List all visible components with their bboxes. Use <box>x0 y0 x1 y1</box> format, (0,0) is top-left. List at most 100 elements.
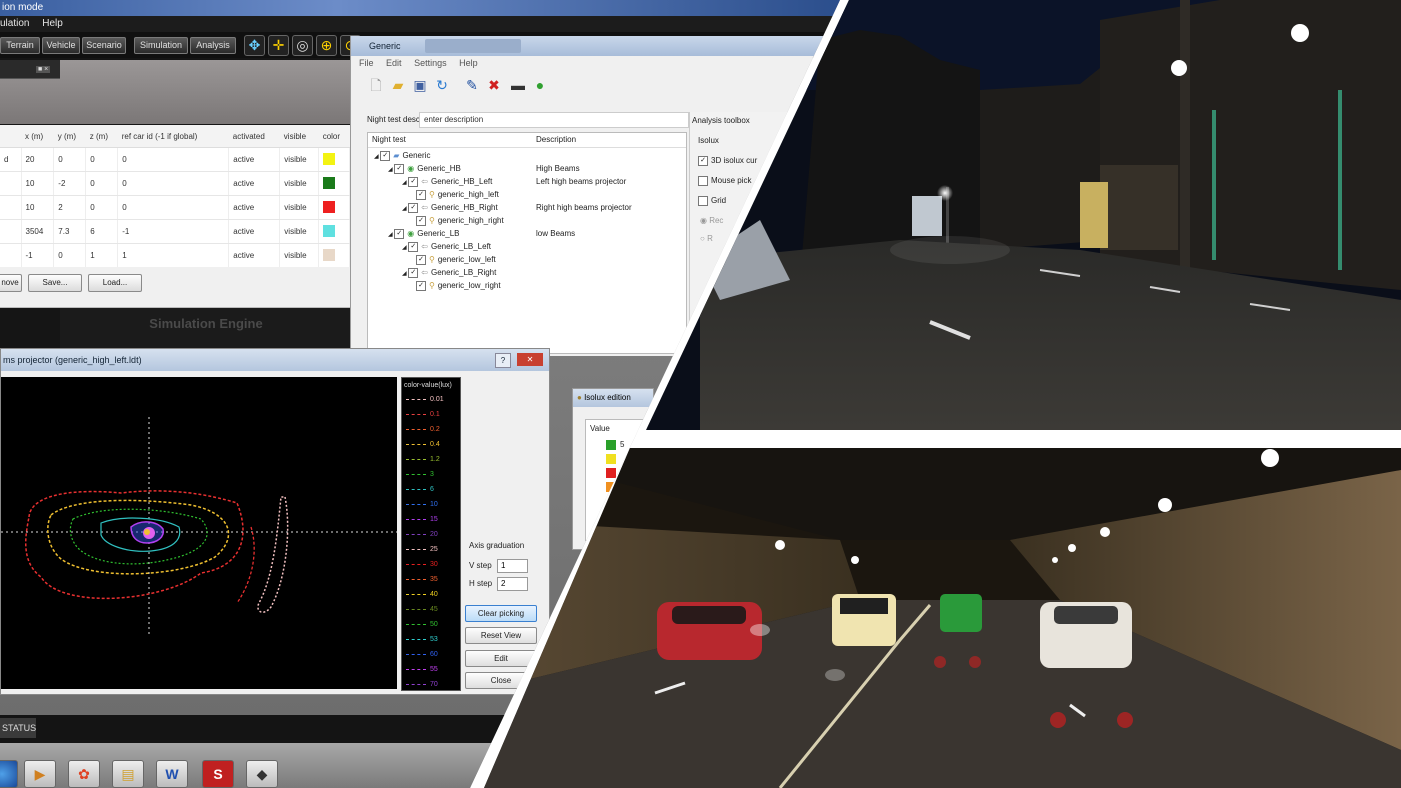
tree-item[interactable]: ◢ ✓ ▰ Generic <box>374 151 430 161</box>
media-icon[interactable]: ✿ <box>68 760 100 788</box>
legend-swatch <box>406 563 426 565</box>
tree-item[interactable]: ◢ ✓ ⇦ Generic_HB_Right <box>402 203 498 213</box>
legend-item: 0.01 <box>406 396 444 403</box>
isolux-3d-checkbox[interactable]: ✓ 3D isolux cur <box>698 156 757 166</box>
menu-simulation[interactable]: ulation <box>0 18 29 29</box>
zoom-icon[interactable]: ◎ <box>292 35 313 56</box>
checkbox-icon[interactable]: ✓ <box>394 164 405 174</box>
menu-help[interactable]: Help <box>459 58 478 68</box>
new-file-icon[interactable]: 🗋 <box>367 76 385 94</box>
scaner-icon[interactable]: S <box>202 760 234 788</box>
tree-item[interactable]: ✓ ⚲ generic_low_left <box>416 255 496 265</box>
open-folder-icon[interactable]: ▰ <box>389 76 407 94</box>
graph-icon[interactable]: ▬ <box>509 76 527 94</box>
reset-view-button[interactable]: Reset View <box>465 627 537 644</box>
checkbox-icon[interactable]: ✓ <box>408 203 419 213</box>
checkbox-icon[interactable]: ✓ <box>416 281 426 291</box>
r-radio[interactable]: ○ R <box>700 234 713 243</box>
table-row[interactable]: 3504 7.3 6 -1 active visible <box>0 219 350 244</box>
folder-icon[interactable]: ▤ <box>112 760 144 788</box>
word-icon[interactable]: W <box>156 760 188 788</box>
explorer-icon[interactable]: ▶ <box>24 760 56 788</box>
checkbox-icon[interactable]: ✓ <box>380 151 391 161</box>
status-tab[interactable]: STATUS <box>0 718 36 738</box>
checkbox-icon[interactable]: ✓ <box>416 216 426 226</box>
panel-tab[interactable] <box>0 60 60 79</box>
table-row[interactable]: -1 0 1 1 active visible <box>0 243 350 268</box>
rect-radio[interactable]: ◉ Rec <box>700 216 723 225</box>
tree-item-label: Generic_HB_Right <box>430 203 498 213</box>
description-input[interactable]: enter description <box>419 112 689 128</box>
close-button[interactable]: Close <box>465 672 537 689</box>
legend-item: 53 <box>406 636 438 643</box>
table-cell-color[interactable] <box>318 171 350 196</box>
value-swatch[interactable] <box>606 440 616 450</box>
tree-item-label: Generic_LB <box>417 229 460 239</box>
grid-checkbox[interactable]: Grid <box>698 196 726 206</box>
menu-help[interactable]: Help <box>42 18 63 29</box>
panel-window-controls[interactable]: ■ × <box>36 66 51 73</box>
window-controls[interactable] <box>425 39 521 53</box>
clear-picking-button[interactable]: Clear picking <box>465 605 537 622</box>
legend-value: 70 <box>430 681 438 688</box>
load-button[interactable]: Load... <box>88 274 142 292</box>
isolux-plot[interactable] <box>1 377 397 689</box>
checkbox-icon[interactable]: ✓ <box>408 177 419 187</box>
crosshair-icon[interactable]: ✛ <box>268 35 289 56</box>
remove-button[interactable]: nove <box>0 274 22 292</box>
help-icon[interactable]: ? <box>495 353 511 368</box>
tab-simulation[interactable]: Simulation <box>134 37 188 54</box>
mouse-pick-checkbox[interactable]: Mouse pick <box>698 176 751 186</box>
tree-item[interactable]: ✓ ⚲ generic_high_right <box>416 216 504 226</box>
tree-item[interactable]: ◢ ✓ ⇦ Generic_LB_Left <box>402 242 491 252</box>
tree-item[interactable]: ✓ ⚲ generic_high_left <box>416 190 499 200</box>
checkbox-icon[interactable]: ✓ <box>408 268 419 278</box>
table-cell-color[interactable] <box>318 219 350 244</box>
move-icon[interactable]: ✥ <box>244 35 265 56</box>
legend-value: 20 <box>430 531 438 538</box>
save-button[interactable]: Save... <box>28 274 82 292</box>
run-icon[interactable]: ● <box>531 76 549 94</box>
windows-orb-icon[interactable] <box>0 760 18 788</box>
tab-analysis[interactable]: Analysis <box>190 37 236 54</box>
table-cell-color[interactable] <box>318 243 350 268</box>
table-cell-visible: visible <box>279 195 320 220</box>
tab-vehicle[interactable]: Vehicle <box>42 37 80 54</box>
v-step-input[interactable]: 1 <box>497 559 528 573</box>
value-swatch[interactable] <box>606 454 616 464</box>
table-cell-stub <box>0 243 22 268</box>
tree-header-night-test: Night test <box>372 135 406 144</box>
menu-edit[interactable]: Edit <box>386 58 402 68</box>
menu-file[interactable]: File <box>359 58 374 68</box>
save-icon[interactable]: ▣ <box>411 76 429 94</box>
table-row[interactable]: 10 2 0 0 active visible <box>0 195 350 220</box>
beam-group-icon: ◉ <box>407 229 415 239</box>
table-row[interactable]: 10 -2 0 0 active visible <box>0 171 350 196</box>
checkbox-icon[interactable]: ✓ <box>416 255 426 265</box>
table-cell-color[interactable] <box>318 147 350 172</box>
menu-settings[interactable]: Settings <box>414 58 447 68</box>
refresh-icon[interactable]: ↻ <box>433 76 451 94</box>
close-icon[interactable]: ✕ <box>517 353 543 366</box>
legend-item: 35 <box>406 576 438 583</box>
tree-item[interactable]: ◢ ✓ ⇦ Generic_LB_Right <box>402 268 496 278</box>
checkbox-icon[interactable]: ✓ <box>394 229 405 239</box>
h-step-input[interactable]: 2 <box>497 577 528 591</box>
tree-item[interactable]: ◢ ✓ ◉ Generic_HB <box>388 164 461 174</box>
table-row[interactable]: d 20 0 0 0 active visible <box>0 147 350 172</box>
tree-item[interactable]: ✓ ⚲ generic_low_right <box>416 281 501 291</box>
tab-terrain[interactable]: Terrain <box>0 37 40 54</box>
contour-center <box>144 529 150 535</box>
tab-scenario[interactable]: Scenario <box>82 37 126 54</box>
checkbox-icon[interactable]: ✓ <box>408 242 419 252</box>
edit-icon[interactable]: ✎ <box>463 76 481 94</box>
checkbox-icon[interactable]: ✓ <box>416 190 426 200</box>
tree-item[interactable]: ◢ ✓ ⇦ Generic_HB_Left <box>402 177 492 187</box>
app-icon[interactable]: ◆ <box>246 760 278 788</box>
target-icon[interactable]: ⊕ <box>316 35 337 56</box>
edit-button[interactable]: Edit <box>465 650 537 667</box>
table-cell-color[interactable] <box>318 195 350 220</box>
value-swatch[interactable] <box>606 468 616 478</box>
tree-item[interactable]: ◢ ✓ ◉ Generic_LB <box>388 229 460 239</box>
delete-icon[interactable]: ✖ <box>485 76 503 94</box>
